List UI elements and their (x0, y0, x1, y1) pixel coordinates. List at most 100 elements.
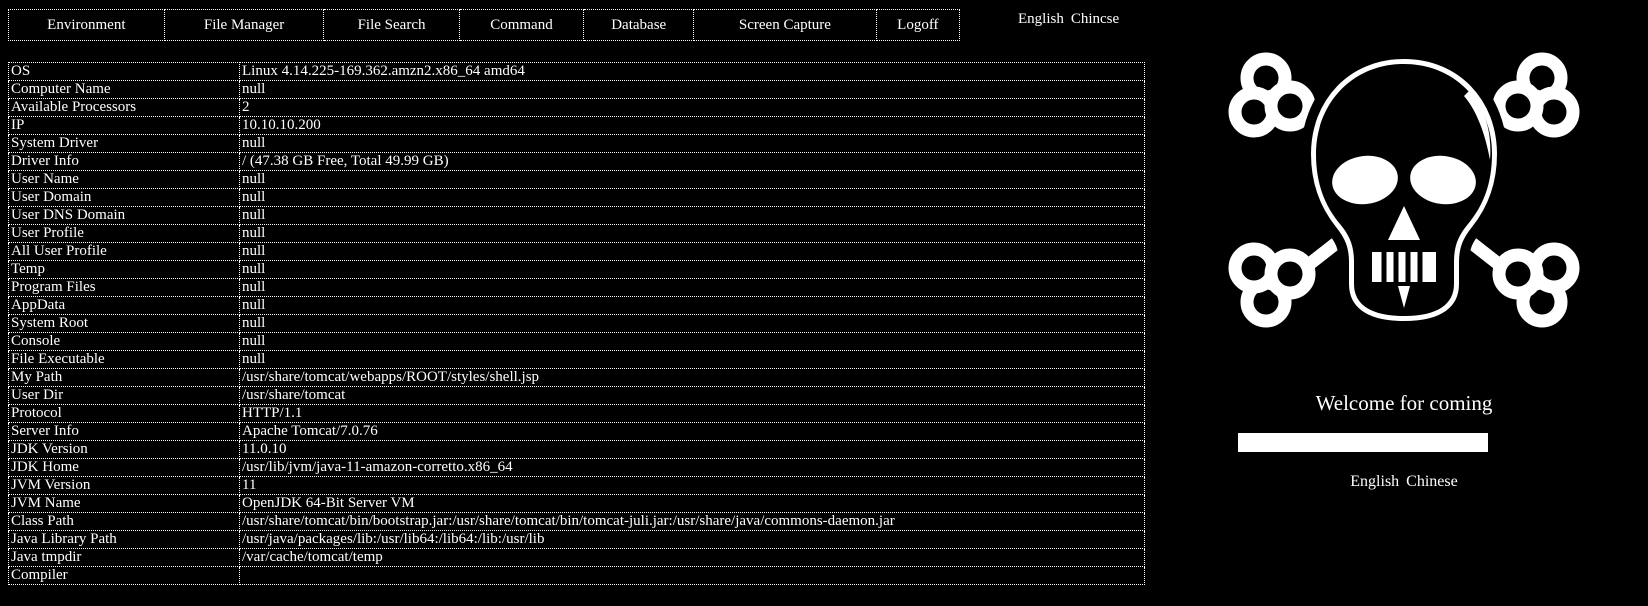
nav-tab-database-label[interactable]: Database (611, 14, 666, 36)
info-key-cell: Class Path (8, 512, 240, 531)
info-key-cell: Driver Info (8, 152, 240, 171)
table-row: JDK Version 11.0.10 (8, 440, 1145, 459)
info-key-cell: Console (8, 332, 240, 351)
info-value-cell: Apache Tomcat/7.0.76 (239, 422, 1145, 441)
nav-tab-command[interactable]: Command (458, 9, 585, 41)
table-row: Console null (8, 332, 1145, 351)
language-switcher-top: English Chincse (1018, 11, 1119, 28)
info-value-cell: null (239, 278, 1145, 297)
info-key-cell: IP (8, 116, 240, 135)
table-row: Temp null (8, 260, 1145, 279)
info-key-cell: AppData (8, 296, 240, 315)
info-value-cell: /usr/share/tomcat/bin/bootstrap.jar:/usr… (239, 512, 1145, 531)
info-value-cell: Linux 4.14.225-169.362.amzn2.x86_64 amd6… (239, 62, 1145, 81)
info-value-cell: 10.10.10.200 (239, 116, 1145, 135)
skull-and-crossbones-icon (1160, 34, 1648, 370)
info-value-cell: /usr/java/packages/lib:/usr/lib64:/lib64… (239, 530, 1145, 549)
table-row: IP 10.10.10.200 (8, 116, 1145, 135)
table-row: Compiler (8, 566, 1145, 585)
info-value-cell: HTTP/1.1 (239, 404, 1145, 423)
info-key-cell: User Name (8, 170, 240, 189)
info-key-cell: All User Profile (8, 242, 240, 261)
info-value-cell: null (239, 296, 1145, 315)
info-value-cell: null (239, 170, 1145, 189)
info-value-cell: null (239, 134, 1145, 153)
info-value-cell: null (239, 260, 1145, 279)
info-key-cell: System Driver (8, 134, 240, 153)
language-link-chinese-bottom[interactable]: Chinese (1406, 473, 1458, 490)
nav-tab-screen-capture-label[interactable]: Screen Capture (739, 14, 831, 36)
table-row: User Dir/usr/share/tomcat (8, 386, 1145, 405)
nav-tab-database[interactable]: Database (583, 9, 695, 41)
info-value-cell: / (47.38 GB Free, Total 49.99 GB) (239, 152, 1145, 171)
info-key-cell: System Root (8, 314, 240, 333)
table-row: User Profile null (8, 224, 1145, 243)
info-key-cell: Computer Name (8, 80, 240, 99)
nav-tab-environment-label[interactable]: Environment (47, 14, 125, 36)
info-value-cell: 11.0.10 (239, 440, 1145, 459)
system-info-table: OS Linux 4.14.225-169.362.amzn2.x86_64 am… (8, 62, 1145, 585)
nav-tab-environment[interactable]: Environment (8, 9, 165, 41)
system-info-table-body: OS Linux 4.14.225-169.362.amzn2.x86_64 am… (8, 62, 1145, 585)
info-value-cell: /var/cache/tomcat/temp (239, 548, 1145, 567)
info-value-cell: null (239, 224, 1145, 243)
welcome-message: Welcome for coming (1315, 391, 1493, 415)
table-row: All User Profile null (8, 242, 1145, 261)
table-row: Java Library Path/usr/java/packages/lib:… (8, 530, 1145, 549)
info-value-cell: OpenJDK 64-Bit Server VM (239, 494, 1145, 513)
info-key-cell: Program Files (8, 278, 240, 297)
info-key-cell: JDK Home (8, 458, 240, 477)
info-value-cell: /usr/share/tomcat/webapps/ROOT/styles/sh… (239, 368, 1145, 387)
table-row: JVM Name OpenJDK 64-Bit Server VM (8, 494, 1145, 513)
table-row: System Driver null (8, 134, 1145, 153)
nav-tab-row: Environment File Manager File Search Com… (8, 9, 961, 41)
nav-tab-file-manager-label[interactable]: File Manager (204, 14, 284, 36)
nav-tab-file-search[interactable]: File Search (323, 9, 460, 41)
info-key-cell: Java tmpdir (8, 548, 240, 567)
table-row: My Path/usr/share/tomcat/webapps/ROOT/st… (8, 368, 1145, 387)
info-value-cell: /usr/share/tomcat (239, 386, 1145, 405)
table-row: User DNS Domain null (8, 206, 1145, 225)
nav-tab-command-label[interactable]: Command (490, 14, 553, 36)
info-value-cell: null (239, 206, 1145, 225)
info-value-cell: 11 (239, 476, 1145, 495)
info-key-cell: Server Info (8, 422, 240, 441)
table-row: System Root null (8, 314, 1145, 333)
info-key-cell: User Profile (8, 224, 240, 243)
info-value-cell: null (239, 314, 1145, 333)
nav-tab-file-manager[interactable]: File Manager (163, 9, 325, 41)
info-key-cell: JDK Version (8, 440, 240, 459)
info-value-cell: null (239, 242, 1145, 261)
info-key-cell: File Executable (8, 350, 240, 369)
info-key-cell: User Dir (8, 386, 240, 405)
nav-tab-screen-capture[interactable]: Screen Capture (693, 9, 877, 41)
password-input[interactable] (1238, 433, 1488, 452)
nav-tab-logoff[interactable]: Logoff (875, 9, 961, 41)
table-row: Available Processors 2 (8, 98, 1145, 117)
info-key-cell: My Path (8, 368, 240, 387)
language-link-english-top[interactable]: English (1018, 11, 1064, 27)
table-row: Driver Info / (47.38 GB Free, Total 49.99… (8, 152, 1145, 171)
table-row: Java tmpdir/var/cache/tomcat/temp (8, 548, 1145, 567)
info-value-cell: /usr/lib/jvm/java-11-amazon-corretto.x86… (239, 458, 1145, 477)
language-link-chinese-top[interactable]: Chincse (1071, 11, 1119, 27)
info-key-cell: Available Processors (8, 98, 240, 117)
info-value-cell: 2 (239, 98, 1145, 117)
nav-tab-logoff-label[interactable]: Logoff (897, 14, 938, 36)
nav-tab-file-search-label[interactable]: File Search (358, 14, 426, 36)
table-row: JVM Version 11 (8, 476, 1145, 495)
nav-tab-table: Environment File Manager File Search Com… (8, 9, 961, 41)
table-row: Server Info Apache Tomcat/7.0.76 (8, 422, 1145, 441)
info-key-cell: Java Library Path (8, 530, 240, 549)
info-value-cell (239, 566, 1145, 585)
table-row: AppData null (8, 296, 1145, 315)
info-key-cell: JVM Name (8, 494, 240, 513)
table-row: User Name null (8, 170, 1145, 189)
table-row: Program Files null (8, 278, 1145, 297)
info-key-cell: Compiler (8, 566, 240, 585)
info-value-cell: null (239, 80, 1145, 99)
language-link-english-bottom[interactable]: English (1350, 473, 1399, 490)
table-row: JDK Home/usr/lib/jvm/java-11-amazon-corr… (8, 458, 1145, 477)
info-value-cell: null (239, 188, 1145, 207)
table-row: Protocol HTTP/1.1 (8, 404, 1145, 423)
